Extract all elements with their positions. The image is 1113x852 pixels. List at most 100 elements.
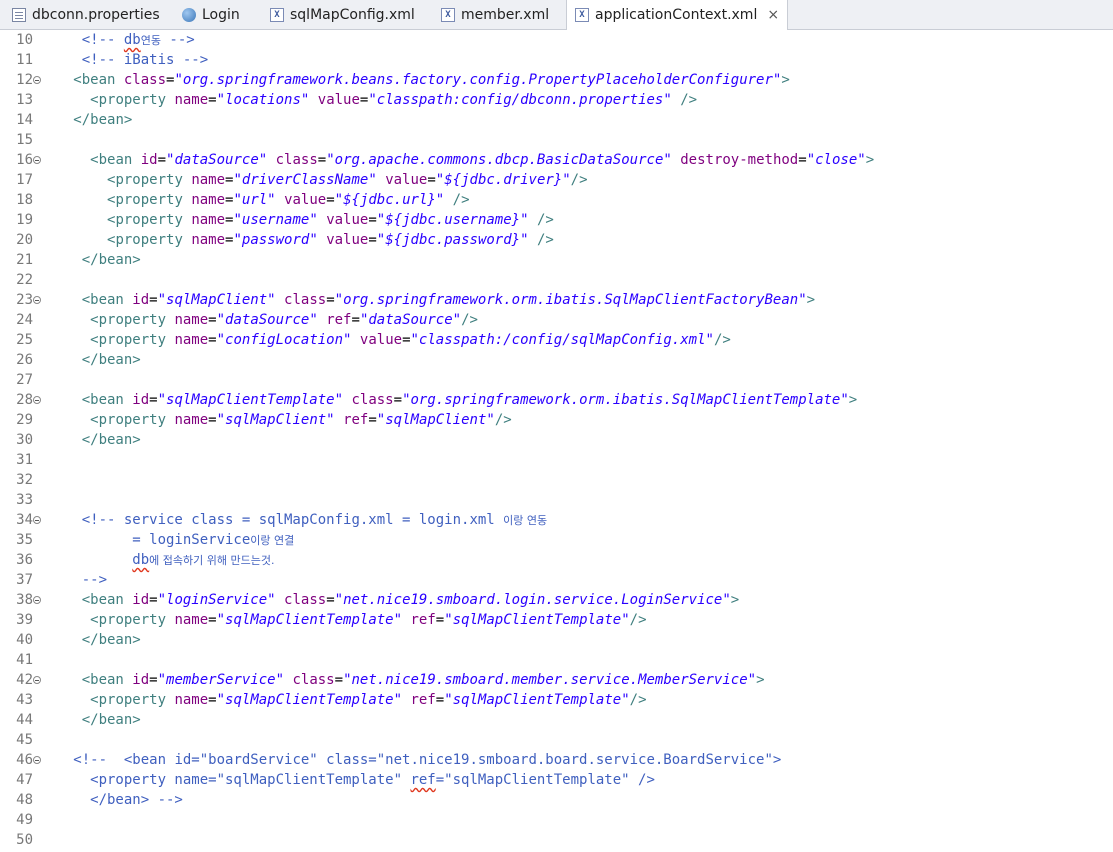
code-token: name bbox=[191, 232, 226, 248]
line-number: 42 bbox=[16, 672, 33, 688]
code-token: "configLocation" bbox=[216, 332, 352, 348]
code-line[interactable]: 45 bbox=[0, 730, 1113, 750]
fold-toggle-icon[interactable] bbox=[33, 516, 41, 524]
code-line[interactable]: 42 <bean id="memberService" class="net.n… bbox=[0, 670, 1113, 690]
code-line[interactable]: 46 <!-- <bean id="boardService" class="n… bbox=[0, 750, 1113, 770]
code-token: = bbox=[208, 412, 217, 428]
code-token: "sqlMapClientTemplate" bbox=[216, 612, 403, 628]
code-token: = bbox=[149, 592, 158, 608]
code-text: </bean> bbox=[48, 710, 141, 730]
tab-login[interactable]: Login bbox=[182, 0, 240, 29]
fold-toggle-icon[interactable] bbox=[33, 756, 41, 764]
code-line[interactable]: 17 <property name = "driverClassName" valu… bbox=[0, 170, 1113, 190]
fold-toggle-icon[interactable] bbox=[33, 156, 41, 164]
code-line[interactable]: 11 <!-- iBatis --> bbox=[0, 50, 1113, 70]
code-line[interactable]: 34 <!-- service class = sqlMapConfig.xml… bbox=[0, 510, 1113, 530]
fold-toggle-icon[interactable] bbox=[33, 76, 41, 84]
code-text: = loginService이랑 연결 bbox=[48, 530, 294, 551]
code-line[interactable]: 23 <bean id="sqlMapClient" class="org.sp… bbox=[0, 290, 1113, 310]
fold-toggle-icon[interactable] bbox=[33, 296, 41, 304]
code-token: = bbox=[402, 332, 411, 348]
code-text: <bean id="memberService" class="net.nice… bbox=[48, 670, 765, 690]
code-line[interactable]: 48 </bean> --> bbox=[0, 790, 1113, 810]
code-line[interactable]: 26 </bean> bbox=[0, 350, 1113, 370]
code-token: /> bbox=[536, 212, 554, 228]
code-token: = bbox=[427, 172, 436, 188]
code-token: "sqlMapClient" bbox=[216, 412, 335, 428]
code-line[interactable]: 19 <property name="username" value="${jd… bbox=[0, 210, 1113, 230]
code-editor[interactable]: 10 <!-- db연동 --> 11 <!-- iBatis --> 12 <be… bbox=[0, 30, 1113, 852]
code-line[interactable]: 27 bbox=[0, 370, 1113, 390]
code-line[interactable]: 40 </bean> bbox=[0, 630, 1113, 650]
xml-file-icon: X bbox=[270, 7, 284, 22]
code-line[interactable]: 15 bbox=[0, 130, 1113, 150]
code-text: <property name="configLocation" value="c… bbox=[48, 330, 731, 350]
line-number: 38 bbox=[16, 592, 33, 608]
tab-member-xml[interactable]: X member.xml bbox=[441, 0, 549, 29]
code-line[interactable]: 30 </bean> bbox=[0, 430, 1113, 450]
fold-toggle-icon[interactable] bbox=[33, 676, 41, 684]
code-line[interactable]: 29 <property name="sqlMapClient" ref="sq… bbox=[0, 410, 1113, 430]
code-line[interactable]: 33 bbox=[0, 490, 1113, 510]
code-line[interactable]: 28 <bean id="sqlMapClientTemplate" class… bbox=[0, 390, 1113, 410]
code-line[interactable]: 50 bbox=[0, 830, 1113, 850]
code-token: </bean> bbox=[81, 432, 141, 448]
code-line[interactable]: 44 </bean> bbox=[0, 710, 1113, 730]
code-line[interactable]: 16 <bean id="dataSource" class="org.apac… bbox=[0, 150, 1113, 170]
code-token: db bbox=[132, 552, 150, 568]
tab-dbconn-properties[interactable]: dbconn.properties bbox=[12, 0, 160, 29]
code-token: class bbox=[292, 672, 335, 688]
code-line[interactable]: 12 <bean class="org.springframework.bean… bbox=[0, 70, 1113, 90]
code-line[interactable]: 20 <property name="password" value="${jd… bbox=[0, 230, 1113, 250]
line-number: 23 bbox=[16, 292, 33, 308]
code-line[interactable]: 14 </bean> bbox=[0, 110, 1113, 130]
line-number: 37 bbox=[16, 572, 33, 588]
code-line[interactable]: 43 <property name="sqlMapClientTemplate"… bbox=[0, 690, 1113, 710]
tab-sqlmapconfig-xml[interactable]: X sqlMapConfig.xml bbox=[270, 0, 415, 29]
code-line[interactable]: 38 <bean id="loginService" class="net.ni… bbox=[0, 590, 1113, 610]
close-tab-icon[interactable]: × bbox=[767, 7, 779, 23]
fold-toggle-icon[interactable] bbox=[33, 596, 41, 604]
fold-toggle-icon[interactable] bbox=[33, 396, 41, 404]
line-number: 25 bbox=[16, 332, 33, 348]
code-token: <property bbox=[90, 92, 175, 108]
line-number: 32 bbox=[16, 472, 33, 488]
code-line[interactable]: 49 bbox=[0, 810, 1113, 830]
code-token: = bbox=[208, 92, 217, 108]
tab-applicationcontext-xml[interactable]: X applicationContext.xml × bbox=[566, 0, 789, 30]
line-number: 11 bbox=[16, 52, 33, 68]
code-token: /> bbox=[536, 232, 554, 248]
code-line[interactable]: 32 bbox=[0, 470, 1113, 490]
code-line[interactable]: 41 bbox=[0, 650, 1113, 670]
code-token: <!-- <bean id="boardService" class="net.… bbox=[73, 752, 782, 768]
code-token: id bbox=[132, 672, 150, 688]
code-line[interactable]: 21 </bean> bbox=[0, 250, 1113, 270]
code-line[interactable]: 24 <property name="dataSource" ref="data… bbox=[0, 310, 1113, 330]
code-line[interactable]: 22 bbox=[0, 270, 1113, 290]
line-number: 30 bbox=[16, 432, 33, 448]
code-line[interactable]: 18 <property name="url" value="${jdbc.ur… bbox=[0, 190, 1113, 210]
code-text: <property name="url" value="${jdbc.url}"… bbox=[48, 190, 470, 210]
line-number: 20 bbox=[16, 232, 33, 248]
code-token: = bbox=[149, 292, 158, 308]
code-token: <property bbox=[107, 212, 192, 228]
code-token: <property bbox=[90, 692, 175, 708]
code-line[interactable]: 39 <property name="sqlMapClientTemplate"… bbox=[0, 610, 1113, 630]
code-token: "dataSource" bbox=[166, 152, 268, 168]
code-line[interactable]: 25 <property name="configLocation" value… bbox=[0, 330, 1113, 350]
code-token: > bbox=[756, 672, 765, 688]
code-line[interactable]: 31 bbox=[0, 450, 1113, 470]
code-token: "classpath:/config/sqlMapConfig.xml" bbox=[410, 332, 714, 348]
code-line[interactable]: 35 = loginService이랑 연결 bbox=[0, 530, 1113, 550]
code-line[interactable]: 47 <property name="sqlMapClientTemplate"… bbox=[0, 770, 1113, 790]
code-line[interactable]: 37 --> bbox=[0, 570, 1113, 590]
code-line[interactable]: 13 <property name="locations" value="cla… bbox=[0, 90, 1113, 110]
code-line[interactable]: 36 db에 접속하기 위해 만드는것. bbox=[0, 550, 1113, 570]
code-token: "url" bbox=[233, 192, 276, 208]
code-line[interactable]: 10 <!-- db연동 --> bbox=[0, 30, 1113, 50]
